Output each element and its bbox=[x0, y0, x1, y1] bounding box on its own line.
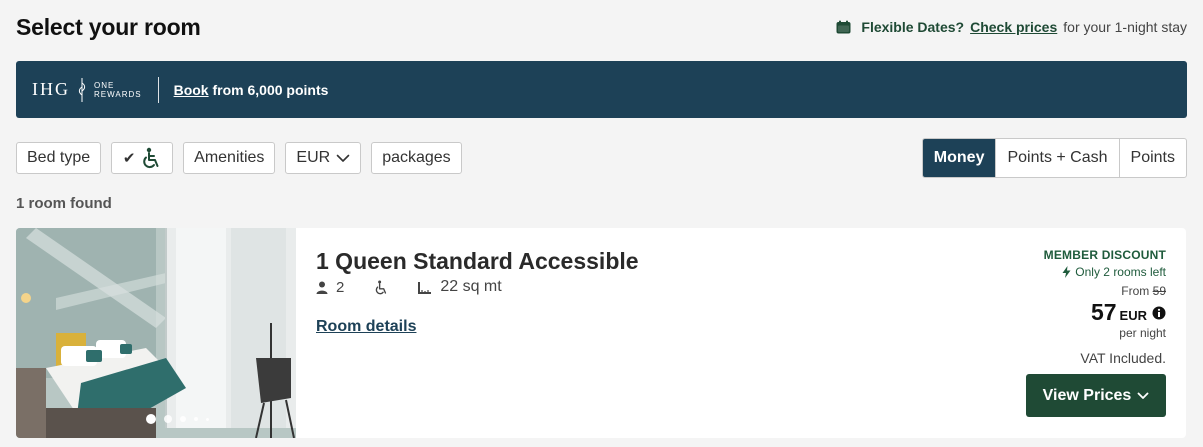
banner-points-text: from 6,000 points bbox=[212, 81, 329, 98]
carousel-dot-active[interactable] bbox=[146, 414, 156, 424]
vat-note: VAT Included. bbox=[1080, 350, 1166, 366]
check-prices-link[interactable]: Check prices bbox=[970, 19, 1057, 35]
page-header: Select your room Flexible Dates? Check p… bbox=[16, 14, 1187, 44]
view-prices-button[interactable]: View Prices bbox=[1026, 374, 1166, 417]
rewards-banner: IHG ONE REWARDS Book from 6,000 points bbox=[16, 61, 1187, 118]
ihg-leaf-icon bbox=[78, 77, 86, 102]
from-label: From bbox=[1121, 284, 1150, 298]
rooms-left-notice: Only 2 rooms left bbox=[1044, 265, 1166, 279]
stay-length-text: for your 1-night stay bbox=[1063, 19, 1187, 35]
ihg-one-rewards-logo: IHG ONE REWARDS bbox=[32, 77, 142, 103]
room-meta: 2 22 sq mt bbox=[316, 278, 502, 296]
flexible-dates: Flexible Dates? Check prices for your 1-… bbox=[836, 19, 1187, 35]
flexible-dates-label: Flexible Dates? bbox=[861, 19, 965, 35]
carousel-dot[interactable] bbox=[164, 415, 172, 423]
amenities-filter[interactable]: Amenities bbox=[183, 142, 276, 174]
toggle-money[interactable]: Money bbox=[922, 139, 996, 177]
carousel-dot[interactable] bbox=[194, 417, 198, 421]
price-block: MEMBER DISCOUNT Only 2 rooms left From 5… bbox=[1044, 248, 1166, 366]
room-name: 1 Queen Standard Accessible bbox=[316, 248, 639, 274]
page-title: Select your room bbox=[16, 14, 201, 40]
current-price: 57 EUR bbox=[1044, 299, 1166, 326]
ihg-logo-sub-rewards: REWARDS bbox=[94, 89, 142, 99]
chevron-down-icon bbox=[336, 154, 350, 162]
original-price: From 59 bbox=[1044, 284, 1166, 298]
info-icon[interactable] bbox=[1152, 306, 1166, 320]
room-size-icon bbox=[418, 281, 432, 294]
check-icon: ✔ bbox=[122, 150, 136, 167]
person-icon bbox=[316, 281, 328, 294]
toggle-points-cash[interactable]: Points + Cash bbox=[995, 139, 1118, 177]
filter-bar: Bed type ✔ Amenities EUR packages bbox=[16, 142, 462, 174]
lightning-icon bbox=[1062, 266, 1071, 278]
room-details-link[interactable]: Room details bbox=[316, 318, 416, 336]
packages-filter[interactable]: packages bbox=[371, 142, 462, 174]
per-night-label: per night bbox=[1119, 326, 1166, 340]
ihg-logo-text: IHG bbox=[32, 79, 70, 99]
currency-select[interactable]: EUR bbox=[285, 142, 362, 174]
photo-carousel-dots bbox=[146, 414, 209, 424]
book-points-link[interactable]: Book bbox=[174, 82, 209, 98]
price-amount: 57 bbox=[1090, 299, 1117, 325]
chevron-down-icon bbox=[1137, 392, 1149, 399]
member-discount-label: MEMBER DISCOUNT bbox=[1043, 248, 1166, 262]
bed-type-filter[interactable]: Bed type bbox=[16, 142, 102, 174]
room-guests: 2 bbox=[336, 278, 345, 296]
carousel-dot[interactable] bbox=[206, 417, 209, 421]
wheelchair-icon bbox=[376, 280, 387, 294]
rooms-left-text: Only 2 rooms left bbox=[1075, 265, 1166, 279]
rooms-found-count: 1 room found bbox=[16, 195, 112, 212]
room-card: 1 Queen Standard Accessible 2 22 sq mt R… bbox=[16, 228, 1186, 438]
view-prices-label: View Prices bbox=[1042, 386, 1132, 404]
banner-offer: Book from 6,000 points bbox=[174, 82, 329, 98]
banner-divider bbox=[157, 76, 159, 103]
ihg-logo-sub-one: ONE bbox=[94, 80, 115, 90]
toggle-points[interactable]: Points bbox=[1118, 139, 1186, 177]
old-price: 59 bbox=[1152, 284, 1166, 298]
currency-value: EUR bbox=[296, 149, 331, 166]
carousel-dot[interactable] bbox=[180, 416, 186, 422]
payment-type-toggle: Money Points + Cash Points bbox=[921, 138, 1187, 178]
accessibility-filter[interactable]: ✔ bbox=[111, 142, 174, 174]
room-size: 22 sq mt bbox=[440, 278, 502, 295]
room-photo[interactable] bbox=[16, 228, 296, 438]
wheelchair-icon bbox=[143, 147, 159, 169]
calendar-icon bbox=[836, 20, 851, 34]
ihg-logo-subtitle: ONE REWARDS bbox=[94, 81, 142, 99]
price-currency: EUR bbox=[1119, 308, 1147, 323]
room-photo-illustration bbox=[16, 228, 296, 438]
